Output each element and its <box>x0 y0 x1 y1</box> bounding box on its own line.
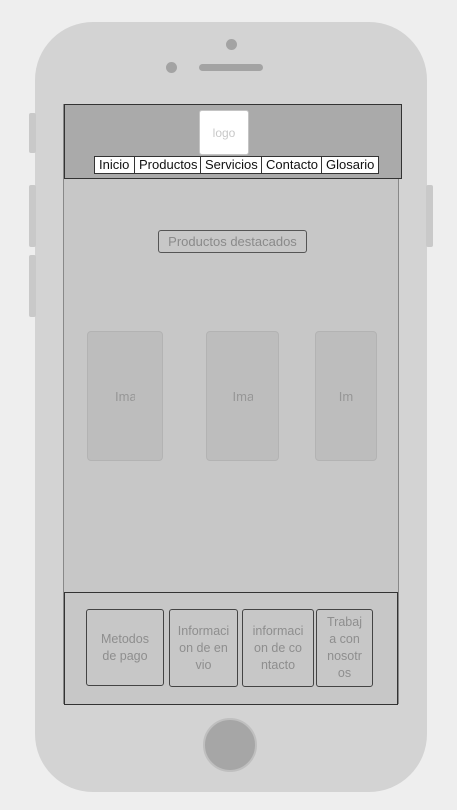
product-image-placeholder[interactable]: Ima <box>206 331 279 461</box>
product-image-label: Ima <box>115 388 135 404</box>
footer-link-shipping-info[interactable]: Informacion de envio <box>169 609 238 687</box>
phone-speaker <box>199 64 263 71</box>
phone-sensor <box>166 62 177 73</box>
main-nav: Inicio Productos Servicios Contacto Glos… <box>94 156 379 174</box>
logo-placeholder[interactable]: logo <box>199 110 249 155</box>
footer-link-contact-info[interactable]: informacion de contacto <box>242 609 314 687</box>
phone-power-button <box>426 185 433 247</box>
footer-link-label: informacion de contacto <box>252 623 304 672</box>
footer-link-work-with-us[interactable]: Trabaja con nosotros <box>316 609 373 687</box>
product-image-label: Im <box>338 388 354 404</box>
nav-item-glosario[interactable]: Glosario <box>322 157 378 173</box>
phone-camera <box>226 39 237 50</box>
featured-products-heading: Productos destacados <box>158 230 307 253</box>
nav-item-contacto[interactable]: Contacto <box>262 157 322 173</box>
product-image-label: Ima <box>232 388 253 404</box>
footer-link-label: Metodos de pago <box>101 631 149 663</box>
product-image-placeholder[interactable]: Im <box>315 331 377 461</box>
nav-item-servicios[interactable]: Servicios <box>201 157 262 173</box>
nav-item-productos[interactable]: Productos <box>135 157 201 173</box>
phone-volume-down-button <box>29 255 36 317</box>
phone-volume-up-button <box>29 185 36 247</box>
nav-item-inicio[interactable]: Inicio <box>95 157 135 173</box>
footer-link-label: Informacion de envio <box>177 623 230 672</box>
footer-link-label: Trabaja con nosotros <box>327 615 362 680</box>
footer-link-payment-methods[interactable]: Metodos de pago <box>86 609 164 686</box>
phone-mute-switch <box>29 113 36 153</box>
product-image-placeholder[interactable]: Ima <box>87 331 163 461</box>
phone-home-button[interactable] <box>203 718 257 772</box>
